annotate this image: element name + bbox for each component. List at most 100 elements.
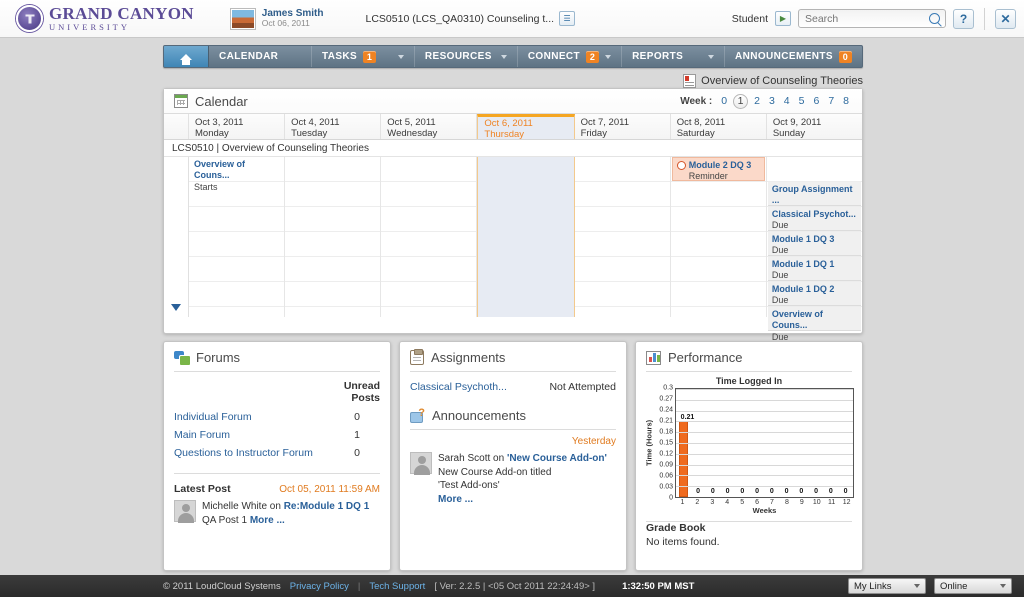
chart-xlabel: Weeks (752, 506, 777, 515)
forum-link[interactable]: Individual Forum (174, 411, 252, 423)
forum-link[interactable]: Main Forum (174, 429, 230, 441)
clock: 1:32:50 PM MST (622, 580, 695, 592)
search-input[interactable] (799, 10, 945, 27)
university-logo[interactable]: GRAND CANYON UNIVERSITY (16, 5, 194, 32)
calendar-course-row: LCS0510 | Overview of Counseling Theorie… (164, 140, 862, 157)
chart-gridline (676, 475, 853, 477)
announcement-more-link[interactable]: More ... (438, 494, 473, 505)
week-1[interactable]: 1 (733, 93, 749, 109)
chevron-down-icon[interactable] (500, 54, 507, 59)
day-header-friday: Oct 7, 2011 Friday (574, 114, 671, 139)
nav-item-resources[interactable]: RESOURCES (415, 46, 518, 67)
course-selector[interactable]: LCS0510 (LCS_QA0310) Counseling t... ☰ (366, 11, 576, 26)
tech-support-link[interactable]: Tech Support (369, 581, 425, 592)
day-date: Oct 9, 2011 (772, 117, 822, 128)
forums-title: Forums (196, 350, 241, 365)
post-more-link[interactable]: More ... (250, 515, 285, 526)
avatar (174, 500, 196, 523)
event-title[interactable]: Overview of Couns... (772, 309, 857, 332)
chevron-down-icon[interactable] (708, 54, 714, 59)
calendar-column-sunday[interactable]: Group Assignment ... Due Classical Psych… (766, 157, 862, 342)
event-status: Due (771, 331, 789, 342)
forums-icon (174, 350, 191, 366)
status-dropdown[interactable]: Online (934, 578, 1012, 594)
chart-ytick: 0.03 (659, 483, 673, 491)
privacy-policy-link[interactable]: Privacy Policy (290, 581, 349, 592)
calendar-event[interactable]: Module 1 DQ 3 Due (767, 232, 861, 256)
chart-plot-area: 0.21 0 0 0 0 0 0 0 0 0 0 0 (675, 388, 854, 498)
week-3[interactable]: 3 (766, 95, 778, 107)
table-row[interactable]: Questions to Instructor Forum 0 (174, 444, 380, 462)
table-row[interactable]: Main Forum 1 (174, 426, 380, 444)
calendar-event[interactable]: Classical Psychot... Due (767, 207, 861, 231)
app-root: GRAND CANYON UNIVERSITY James Smith Oct … (0, 0, 1024, 597)
calendar-event[interactable]: Group Assignment ... Due (767, 182, 861, 217)
nav-item-announcements[interactable]: ANNOUNCEMENTS 0 (725, 46, 862, 67)
week-5[interactable]: 5 (796, 95, 808, 107)
search-icon[interactable] (929, 13, 940, 24)
forum-link[interactable]: Questions to Instructor Forum (174, 447, 313, 459)
nav-home-button[interactable] (164, 46, 209, 67)
chevron-down-icon[interactable] (605, 54, 612, 59)
week-8[interactable]: 8 (840, 95, 852, 107)
chevron-down-icon[interactable] (171, 304, 181, 311)
week-7[interactable]: 7 (825, 95, 837, 107)
user-switch-icon[interactable]: ▶ (775, 11, 791, 26)
course-icon (683, 74, 697, 88)
calendar-header: Calendar Week : 0 1 2 3 4 5 6 7 8 (164, 89, 862, 114)
calendar-column-thursday[interactable] (477, 157, 575, 317)
chart-bar-label: 0 (710, 488, 715, 495)
week-0[interactable]: 0 (718, 95, 730, 107)
list-icon[interactable]: ☰ (559, 11, 576, 26)
my-links-dropdown[interactable]: My Links (848, 578, 926, 594)
nav-item-calendar[interactable]: CALENDAR (209, 46, 312, 67)
my-links-label: My Links (854, 580, 892, 592)
latest-post[interactable]: Michelle White on Re:Module 1 DQ 1 QA Po… (174, 500, 380, 527)
calendar-event[interactable]: Overview of Couns... Starts (190, 157, 283, 192)
calendar-event[interactable]: Module 2 DQ 3 Reminder (671, 157, 765, 181)
chart-gridline (676, 443, 853, 444)
chevron-down-icon[interactable] (397, 54, 404, 59)
calendar-event[interactable]: Module 1 DQ 1 Due (767, 257, 861, 281)
announcement-item[interactable]: Sarah Scott on 'New Course Add-on' New C… (410, 452, 616, 506)
close-button[interactable]: ✕ (995, 8, 1016, 29)
event-title[interactable]: Overview of Couns... (194, 159, 279, 182)
week-6[interactable]: 6 (810, 95, 822, 107)
week-4[interactable]: 4 (781, 95, 793, 107)
calendar-column-friday[interactable] (574, 157, 671, 317)
chart-bar-label: 0 (696, 488, 701, 495)
assignment-row[interactable]: Classical Psychoth... Not Attempted (410, 379, 616, 395)
assignment-link[interactable]: Classical Psychoth... (410, 381, 507, 393)
calendar-event[interactable]: Overview of Couns... Due (767, 307, 861, 342)
event-title[interactable]: Module 1 DQ 1 (772, 259, 857, 270)
event-title[interactable]: Group Assignment ... (772, 184, 857, 207)
nav-item-reports[interactable]: REPORTS (622, 46, 725, 67)
day-date: Oct 7, 2011 (580, 117, 629, 128)
chart-bar-label: 0 (769, 488, 774, 495)
week-2[interactable]: 2 (751, 95, 763, 107)
search-box[interactable] (798, 9, 946, 28)
nav-item-connect[interactable]: CONNECT 2 (518, 46, 623, 67)
event-title[interactable]: Classical Psychot... (772, 209, 857, 220)
announcement-subject-link[interactable]: 'New Course Add-on' (507, 453, 607, 464)
chart-gridline (676, 464, 853, 466)
calendar-event[interactable]: Module 1 DQ 2 Due (767, 282, 861, 306)
event-title[interactable]: Module 2 DQ 3 (676, 160, 760, 171)
calendar-column-tuesday[interactable] (285, 157, 382, 317)
nav-item-tasks[interactable]: TASKS 1 (312, 46, 415, 67)
app-footer: © 2011 LoudCloud Systems Privacy Policy … (0, 575, 1024, 597)
event-title[interactable]: Module 1 DQ 3 (772, 234, 857, 245)
calendar-column-saturday[interactable]: Module 2 DQ 3 Reminder (670, 157, 767, 317)
alarm-clock-icon (676, 161, 686, 170)
day-name: Sunday (772, 128, 806, 140)
event-title[interactable]: Module 1 DQ 2 (772, 284, 857, 295)
post-subject-link[interactable]: Re:Module 1 DQ 1 (284, 501, 370, 512)
event-status: Due (771, 220, 789, 231)
help-button[interactable]: ? (953, 8, 974, 29)
calendar-column-monday[interactable]: Overview of Couns... Starts (189, 157, 286, 317)
user-block[interactable]: James Smith Oct 06, 2011 (229, 7, 324, 30)
day-date: Oct 6, 2011 (484, 118, 533, 129)
footer-separator: | (357, 580, 361, 592)
calendar-column-wednesday[interactable] (381, 157, 478, 317)
table-row[interactable]: Individual Forum 0 (174, 408, 380, 426)
